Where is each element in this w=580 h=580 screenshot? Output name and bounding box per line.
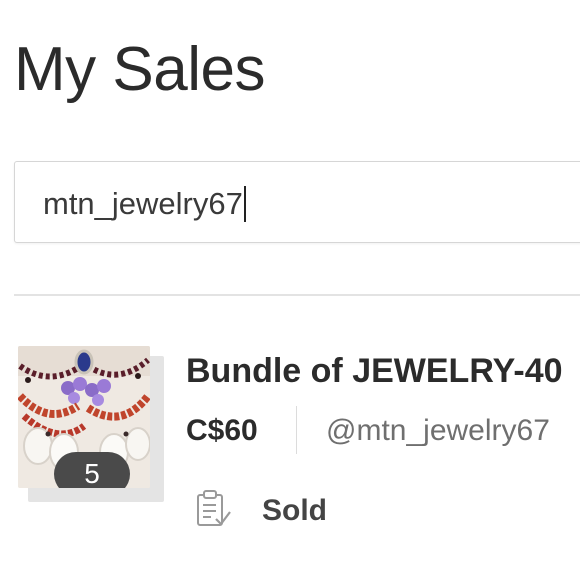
listing-title[interactable]: Bundle of JEWELRY-40 <box>186 350 563 392</box>
photo-count-badge: 5 <box>54 452 130 488</box>
price-seller-separator <box>296 406 297 454</box>
listing-thumbnail[interactable]: 5 <box>18 346 164 502</box>
seller-username-link[interactable]: @mtn_jewelry67 <box>326 412 550 450</box>
my-sales-page: My Sales mtn_jewelry67 5 Bundle of JEWEL… <box>0 0 580 580</box>
sale-listing-item[interactable]: 5 Bundle of JEWELRY-40 C$60 @mtn_jewelry… <box>0 340 580 560</box>
divider <box>14 294 580 296</box>
text-caret <box>243 186 246 222</box>
clipboard-check-icon <box>194 488 232 530</box>
page-title: My Sales <box>14 35 265 104</box>
sale-status-label: Sold <box>262 494 327 527</box>
listing-price: C$60 <box>186 414 258 447</box>
search-input[interactable]: mtn_jewelry67 <box>43 184 246 224</box>
search-field[interactable]: mtn_jewelry67 <box>14 161 580 243</box>
search-input-value: mtn_jewelry67 <box>43 186 243 221</box>
listing-photo: 5 <box>18 346 150 488</box>
